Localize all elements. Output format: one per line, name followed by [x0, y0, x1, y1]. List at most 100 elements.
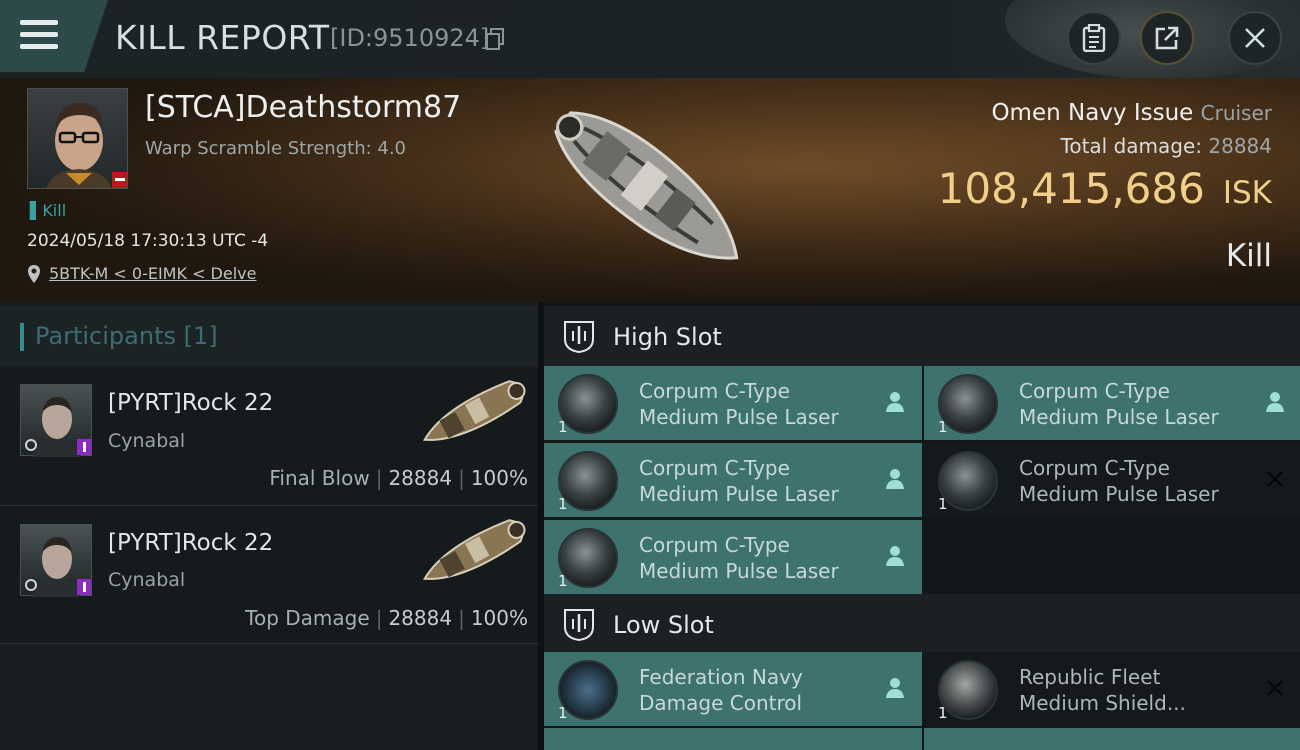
pilot-portrait-icon [25, 397, 91, 457]
participant-row[interactable]: [PYRT]Rock 22 Cynabal Final Blow | 28884 | 1… [0, 368, 538, 506]
high-slot-icon [564, 321, 594, 353]
dropped-person-icon [886, 392, 904, 412]
fitting-panel: High Slot 1 Corpum C-Type Medium Pulse La… [544, 302, 1300, 750]
module-item-partial[interactable] [924, 728, 1300, 750]
dropped-person-icon [886, 678, 904, 698]
module-item[interactable]: 1 Federation Navy Damage Control [544, 652, 922, 726]
module-name-line1: Corpum C-Type [1019, 379, 1170, 403]
hamburger-menu-icon[interactable] [20, 20, 58, 50]
participant-stats: Final Blow | 28884 | 100% [269, 466, 528, 490]
module-name: Corpum C-Type Medium Pulse Laser [1019, 378, 1219, 430]
high-slot-title: High Slot [613, 323, 722, 351]
page-title: KILL REPORT [115, 18, 330, 57]
destroyed-x-icon [1267, 471, 1283, 487]
low-slot-header: Low Slot [544, 594, 1300, 654]
participant-stat-label: Final Blow [269, 466, 370, 490]
low-slot-icon [564, 609, 594, 641]
menu-button[interactable] [0, 0, 108, 72]
module-name: Federation Navy Damage Control [639, 664, 803, 716]
module-qty: 1 [558, 572, 568, 590]
result-label: Kill [1225, 238, 1272, 274]
participant-ship-image[interactable] [410, 512, 540, 592]
isk-amount: 108,415,686 [937, 164, 1205, 213]
isk-unit: ISK [1222, 175, 1272, 211]
module-item[interactable]: 1 Corpum C-Type Medium Pulse Laser [544, 366, 922, 440]
kill-tag: ▌Kill [30, 201, 67, 220]
location-pin-icon [28, 265, 40, 283]
header-bar: KILL REPORT [ID:9510924] [0, 0, 1300, 80]
participants-title-text: Participants [35, 322, 176, 350]
copy-icon[interactable] [486, 28, 504, 50]
clipboard-button[interactable] [1067, 11, 1121, 65]
participant-name[interactable]: [PYRT]Rock 22 [108, 530, 273, 556]
module-name-line2: Medium Pulse Laser [639, 405, 839, 429]
high-slot-header: High Slot [544, 306, 1300, 366]
close-button[interactable] [1228, 11, 1282, 65]
module-qty: 1 [558, 704, 568, 722]
participant-name[interactable]: [PYRT]Rock 22 [108, 390, 273, 416]
participant-row[interactable]: [PYRT]Rock 22 Cynabal Top Damage | 28884 | 1… [0, 506, 538, 644]
module-name-line1: Corpum C-Type [639, 379, 790, 403]
module-item[interactable]: 1 Corpum C-Type Medium Pulse Laser [544, 520, 922, 594]
victim-ship-name[interactable]: Omen Navy Issue Cruiser [991, 100, 1272, 126]
module-name: Corpum C-Type Medium Pulse Laser [639, 455, 839, 507]
participant-ship-image[interactable] [410, 373, 540, 453]
participants-header[interactable]: Participants [1] [0, 306, 538, 366]
module-name: Corpum C-Type Medium Pulse Laser [639, 532, 839, 584]
share-button[interactable] [1140, 11, 1194, 65]
module-qty: 1 [938, 418, 948, 436]
victim-banner: [STCA]Deathstorm87 Warp Scramble Strengt… [0, 78, 1300, 302]
module-item[interactable]: 1 Corpum C-Type Medium Pulse Laser [924, 443, 1300, 517]
total-damage-value: 28884 [1208, 134, 1272, 158]
participant-stat-label: Top Damage [245, 606, 370, 630]
module-qty: 1 [938, 495, 948, 513]
dropped-person-icon [886, 469, 904, 489]
module-name-line2: Medium Pulse Laser [1019, 482, 1219, 506]
module-name-line2: Medium Pulse Laser [639, 559, 839, 583]
warp-scramble-strength: Warp Scramble Strength: 4.0 [145, 138, 407, 159]
participant-damage: 28884 [388, 466, 453, 490]
participant-percent: 100% [470, 466, 528, 490]
victim-ship-image[interactable] [520, 78, 780, 302]
victim-name[interactable]: [STCA]Deathstorm87 [145, 90, 461, 125]
dropped-person-icon [886, 546, 904, 566]
dropped-person-icon [1266, 392, 1284, 412]
section-accent-bar [20, 323, 24, 351]
victim-portrait[interactable] [27, 88, 128, 189]
module-item[interactable]: 1 Republic Fleet Medium Shield... [924, 652, 1300, 726]
kill-location-link[interactable]: 5BTK-M < 0-EIMK < Delve [49, 264, 256, 283]
report-id: [ID:9510924] [330, 24, 490, 52]
participants-panel: Participants [1] [PYRT]Rock 22 Cynabal F… [0, 302, 538, 750]
participant-stats: Top Damage | 28884 | 100% [245, 606, 528, 630]
module-item[interactable]: 1 Corpum C-Type Medium Pulse Laser [544, 443, 922, 517]
participant-percent: 100% [470, 606, 528, 630]
participant-damage: 28884 [388, 606, 453, 630]
module-qty: 1 [558, 495, 568, 513]
kill-tag-label: Kill [42, 201, 67, 220]
pilot-portrait-icon [46, 103, 127, 188]
isk-value: 108,415,686 ISK [938, 164, 1272, 213]
low-slot-title: Low Slot [613, 611, 714, 639]
module-name-line1: Corpum C-Type [1019, 456, 1170, 480]
participant-avatar[interactable] [20, 524, 92, 597]
module-qty: 1 [938, 704, 948, 722]
module-qty: 1 [558, 418, 568, 436]
share-icon [1155, 26, 1179, 50]
module-name-line2: Medium Shield... [1019, 691, 1186, 715]
pilot-portrait-icon [25, 537, 91, 597]
close-icon [1245, 28, 1265, 48]
participant-ship: Cynabal [108, 430, 186, 452]
participants-title: Participants [1] [35, 322, 218, 350]
participant-avatar[interactable] [20, 384, 92, 457]
total-damage-label: Total damage: [1060, 134, 1203, 158]
module-name: Republic Fleet Medium Shield... [1019, 664, 1186, 716]
participants-count: [1] [183, 322, 218, 350]
total-damage: Total damage: 28884 [1061, 134, 1272, 158]
module-name-line1: Federation Navy [639, 665, 803, 689]
module-item[interactable]: 1 Corpum C-Type Medium Pulse Laser [924, 366, 1300, 440]
ship-class-text: Cruiser [1200, 101, 1272, 125]
module-name-line1: Corpum C-Type [639, 456, 790, 480]
kill-datetime: 2024/05/18 17:30:13 UTC -4 [27, 231, 269, 251]
module-item-partial[interactable] [544, 728, 922, 750]
module-name-line1: Corpum C-Type [639, 533, 790, 557]
